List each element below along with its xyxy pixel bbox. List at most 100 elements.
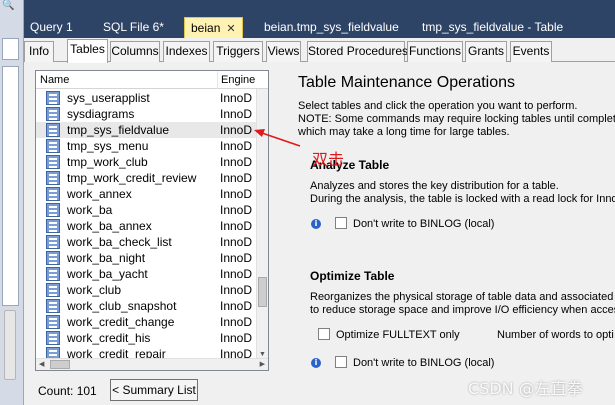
table-name: work_ba_check_list: [67, 235, 172, 249]
table-row[interactable]: sys_userapplist InnoD: [36, 90, 256, 106]
maintenance-description: Select tables and click the operation yo…: [298, 100, 615, 138]
document-tab-bar: Query 1 SQL File 6* beian ✕ beian.tmp_sys…: [24, 16, 615, 38]
table-name: tmp_work_credit_review: [67, 171, 197, 185]
schema-inspector: Info Tables Columns Indexes Triggers Vie…: [24, 38, 615, 405]
vertical-scroll-thumb[interactable]: [258, 277, 267, 307]
summary-list-button[interactable]: < Summary List: [110, 379, 198, 401]
left-panel-scrollbar[interactable]: [4, 310, 16, 380]
table-name: work_ba_annex: [67, 219, 152, 233]
maintenance-title: Table Maintenance Operations: [298, 74, 516, 91]
table-row[interactable]: work_club_snapshot InnoD: [36, 298, 256, 314]
table-engine: InnoD: [220, 203, 253, 217]
column-header-name[interactable]: Name: [40, 71, 69, 89]
table-engine: InnoD: [220, 283, 253, 297]
tab-views[interactable]: Views: [266, 41, 301, 62]
tab-info[interactable]: Info: [24, 41, 54, 62]
tables-list[interactable]: Name Engine sys_userapplist InnoD sysdiagr…: [35, 70, 269, 371]
table-count: Count: 101: [38, 384, 97, 398]
checkbox-box[interactable]: [318, 328, 330, 340]
table-icon: [46, 315, 60, 329]
table-row[interactable]: work_ba_check_list InnoD: [36, 234, 256, 250]
doc-tab-beian[interactable]: beian ✕: [184, 17, 243, 38]
scroll-left-arrow-icon[interactable]: ◀: [39, 359, 44, 370]
inspector-tab-bar: Info Tables Columns Indexes Triggers Vie…: [24, 38, 615, 63]
table-name: work_ba: [67, 203, 113, 217]
table-row[interactable]: work_credit_his InnoD: [36, 330, 256, 346]
optimize-no-binlog-checkbox[interactable]: Don't write to BINLOG (local): [335, 356, 494, 370]
analyze-no-binlog-checkbox[interactable]: Don't write to BINLOG (local): [335, 217, 494, 231]
table-engine: InnoD: [220, 235, 253, 249]
info-icon: i: [311, 219, 321, 229]
table-row[interactable]: work_ba_annex InnoD: [36, 218, 256, 234]
optimize-table-title: Optimize Table: [310, 269, 395, 283]
table-icon: [46, 331, 60, 345]
table-row[interactable]: tmp_sys_fieldvalue InnoD: [36, 122, 256, 138]
analyze-table-description: Analyzes and stores the key distribution…: [310, 180, 615, 205]
tab-stored-procedures[interactable]: Stored Procedures: [307, 41, 408, 62]
doc-tab-beian-fieldvalue[interactable]: beian.tmp_sys_fieldvalue: [264, 17, 399, 38]
table-engine: InnoD: [220, 251, 253, 265]
table-row[interactable]: work_ba_yacht InnoD: [36, 266, 256, 282]
checkbox-box[interactable]: [335, 356, 347, 368]
table-name: work_club_snapshot: [67, 299, 177, 313]
table-engine: InnoD: [220, 219, 253, 233]
table-name: tmp_sys_fieldvalue: [67, 123, 170, 137]
table-engine: InnoD: [220, 123, 253, 137]
doc-tab-query-1[interactable]: Query 1: [30, 17, 73, 38]
tab-grants[interactable]: Grants: [465, 41, 507, 62]
table-engine: InnoD: [220, 171, 253, 185]
table-row[interactable]: tmp_work_club InnoD: [36, 154, 256, 170]
table-engine: InnoD: [220, 91, 253, 105]
checkbox-box[interactable]: [335, 217, 347, 229]
close-tab-icon[interactable]: ✕: [226, 23, 235, 35]
left-panel-tree[interactable]: [2, 66, 19, 306]
annotation-text: 双击: [312, 150, 345, 169]
table-row[interactable]: sysdiagrams InnoD: [36, 106, 256, 122]
table-row[interactable]: work_club InnoD: [36, 282, 256, 298]
table-row[interactable]: tmp_sys_menu InnoD: [36, 138, 256, 154]
table-engine: InnoD: [220, 347, 253, 358]
table-row[interactable]: work_annex InnoD: [36, 186, 256, 202]
table-engine: InnoD: [220, 267, 253, 281]
words-to-optimize-label: Number of words to opti: [497, 329, 614, 341]
table-row[interactable]: work_ba_night InnoD: [36, 250, 256, 266]
optimize-fulltext-checkbox[interactable]: Optimize FULLTEXT only: [318, 328, 460, 342]
table-row[interactable]: tmp_work_credit_review InnoD: [36, 170, 256, 186]
table-icon: [46, 235, 60, 249]
table-name: work_ba_yacht: [67, 267, 148, 281]
column-header-engine[interactable]: Engine: [217, 71, 255, 89]
table-row[interactable]: work_credit_repair InnoD: [36, 346, 256, 358]
scroll-right-arrow-icon[interactable]: ▶: [260, 359, 265, 370]
doc-tab-sql-file[interactable]: SQL File 6*: [103, 17, 164, 38]
left-panel-input[interactable]: [2, 38, 19, 60]
horizontal-scrollbar[interactable]: ◀ ▶: [36, 358, 268, 370]
watermark: CSDN @左直拳: [468, 379, 583, 398]
table-icon: [46, 283, 60, 297]
table-name: work_credit_change: [67, 315, 175, 329]
doc-tab-table-editor[interactable]: tmp_sys_fieldvalue - Table: [422, 17, 563, 38]
scroll-down-arrow-icon[interactable]: ▼: [259, 351, 266, 358]
horizontal-scroll-thumb[interactable]: [50, 360, 70, 369]
table-name: work_credit_his: [67, 331, 151, 345]
table-row[interactable]: work_credit_change InnoD: [36, 314, 256, 330]
tab-functions[interactable]: Functions: [407, 41, 463, 62]
table-engine: InnoD: [220, 187, 253, 201]
table-icon: [46, 91, 60, 105]
tab-indexes[interactable]: Indexes: [163, 41, 210, 62]
vertical-scrollbar[interactable]: ▼: [256, 89, 268, 359]
table-icon: [46, 171, 60, 185]
table-icon: [46, 187, 60, 201]
table-name: work_credit_repair: [67, 347, 166, 358]
table-engine: InnoD: [220, 315, 253, 329]
tab-columns[interactable]: Columns: [110, 41, 160, 62]
table-icon: [46, 251, 60, 265]
doc-toolbar: [24, 0, 615, 16]
table-icon: [46, 219, 60, 233]
tab-tables[interactable]: Tables: [67, 39, 108, 63]
table-icon: [46, 299, 60, 313]
tab-events[interactable]: Events: [510, 41, 552, 62]
search-tool-icon[interactable]: 🔍: [2, 0, 20, 12]
table-engine: InnoD: [220, 299, 253, 313]
table-row[interactable]: work_ba InnoD: [36, 202, 256, 218]
tab-triggers[interactable]: Triggers: [213, 41, 263, 62]
